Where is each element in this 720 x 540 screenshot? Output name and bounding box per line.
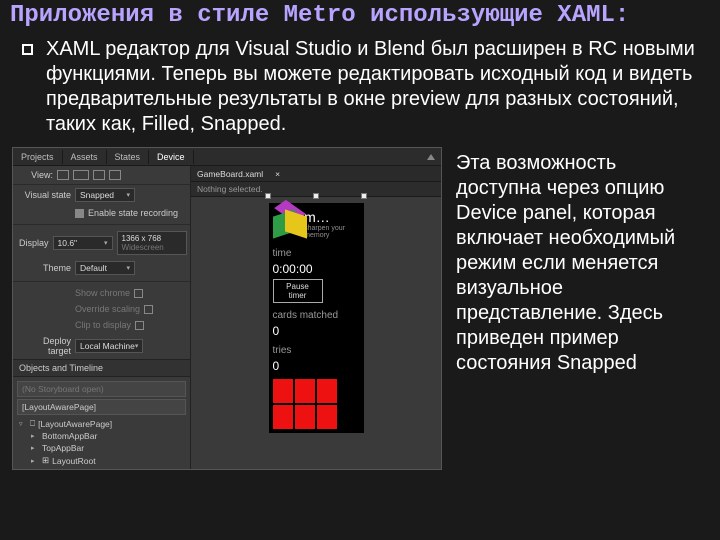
- slide-title: Приложения в стиле Metro использующие XA…: [0, 0, 720, 37]
- card: [273, 405, 293, 429]
- override-scaling-checkbox[interactable]: [144, 305, 153, 314]
- cards-matched-value: 0: [273, 324, 360, 338]
- display-label: Display: [19, 238, 49, 248]
- landscape-icon[interactable]: [73, 170, 89, 180]
- tool-panel-tabs: Projects Assets States Device: [13, 148, 441, 166]
- app-logo-cube-icon: [273, 207, 301, 241]
- visual-state-combo[interactable]: Snapped▾: [75, 188, 135, 202]
- tree-item[interactable]: ▿⎕[LayoutAwarePage]: [17, 417, 186, 430]
- tries-value: 0: [273, 359, 360, 373]
- blend-ide: Projects Assets States Device View: Visu…: [12, 147, 442, 470]
- design-surface: GameBoard.xaml× Nothing selected.: [191, 166, 441, 469]
- tree-item[interactable]: ▸BottomAppBar: [17, 430, 186, 442]
- portrait-icon[interactable]: [57, 170, 69, 180]
- tab-assets[interactable]: Assets: [63, 150, 107, 164]
- device-panel: View: Visual state Snapped▾ Enable state…: [13, 166, 191, 469]
- root-element[interactable]: [LayoutAwarePage]: [17, 399, 186, 415]
- card-grid: [273, 379, 343, 429]
- bullet-item: XAML редактор для Visual Studio и Blend …: [0, 37, 720, 143]
- enable-state-recording-checkbox[interactable]: [75, 209, 84, 218]
- tab-states[interactable]: States: [107, 150, 150, 164]
- tree-item[interactable]: ▸TopAppBar: [17, 442, 186, 454]
- tab-device[interactable]: Device: [149, 150, 194, 164]
- card: [295, 379, 315, 403]
- pause-timer-button[interactable]: Pause timer: [273, 279, 323, 303]
- square-bullet-icon: [22, 42, 40, 137]
- clip-to-display-checkbox[interactable]: [135, 321, 144, 330]
- filled-icon[interactable]: [93, 170, 105, 180]
- app-title: m…: [304, 209, 359, 225]
- bullet-text: XAML редактор для Visual Studio и Blend …: [40, 37, 702, 137]
- theme-combo[interactable]: Default▾: [75, 261, 135, 275]
- tree-item[interactable]: ▸⊞LayoutRoot: [17, 454, 186, 467]
- snapped-preview: m… sharpen your memory time 0:00:00 Paus…: [269, 203, 364, 433]
- override-scaling-label: Override scaling: [75, 304, 140, 314]
- side-paragraph: Эта возможность доступна через опцию Dev…: [442, 147, 708, 470]
- card: [317, 405, 337, 429]
- document-tab[interactable]: GameBoard.xaml×: [191, 166, 441, 182]
- display-resolution[interactable]: 1366 x 768 Widescreen: [117, 231, 187, 255]
- tab-projects[interactable]: Projects: [13, 150, 63, 164]
- options-icon[interactable]: [427, 154, 435, 160]
- snapped-icon[interactable]: [109, 170, 121, 180]
- card: [273, 379, 293, 403]
- objects-timeline-header: Objects and Timeline: [13, 359, 190, 377]
- tries-label: tries: [273, 345, 360, 356]
- enable-state-recording-label: Enable state recording: [88, 208, 178, 218]
- show-chrome-label: Show chrome: [75, 288, 130, 298]
- storyboard-selector[interactable]: (No Storyboard open): [17, 381, 186, 397]
- time-value: 0:00:00: [273, 262, 360, 276]
- cards-matched-label: cards matched: [273, 310, 360, 321]
- app-subtitle: sharpen your memory: [304, 225, 359, 239]
- display-size-combo[interactable]: 10.6"▾: [53, 236, 113, 250]
- close-icon[interactable]: ×: [269, 168, 286, 180]
- view-label: View:: [19, 170, 53, 180]
- time-label: time: [273, 248, 360, 259]
- visual-state-label: Visual state: [19, 190, 71, 200]
- deploy-target-label: Deploy target: [19, 336, 71, 356]
- show-chrome-checkbox[interactable]: [134, 289, 143, 298]
- card: [295, 405, 315, 429]
- chevron-down-icon: ▾: [126, 191, 130, 199]
- theme-label: Theme: [19, 263, 71, 273]
- card: [317, 379, 337, 403]
- deploy-target-combo[interactable]: Local Machine▾: [75, 339, 143, 353]
- clip-to-display-label: Clip to display: [75, 320, 131, 330]
